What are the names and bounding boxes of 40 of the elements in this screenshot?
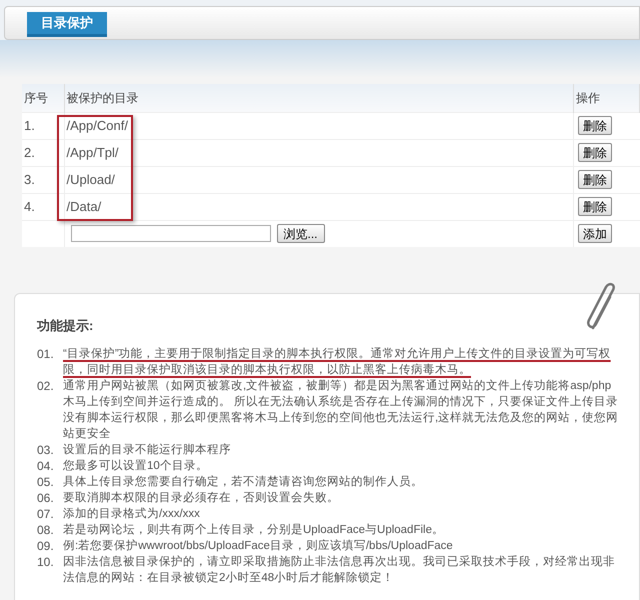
tip-text: 添加的目录格式为/xxx/xxx bbox=[63, 506, 201, 522]
tip-text: 因非法信息被目录保护的，请立即采取措施防止非法信息再次出现。我司已采取技术手段，对经常出现非法信息的网站：在目录被锁定2小时至48小时后才能解除锁定！ bbox=[63, 554, 616, 586]
tip-number: 04. bbox=[37, 458, 55, 474]
row-number: 1. bbox=[24, 118, 35, 133]
delete-button[interactable]: 删除 bbox=[578, 116, 612, 135]
tip-text: 您最多可以设置10个目录。 bbox=[63, 458, 209, 474]
delete-button[interactable]: 删除 bbox=[578, 197, 612, 216]
directory-path: /App/Tpl/ bbox=[66, 144, 119, 160]
column-header: 序号 bbox=[24, 90, 48, 105]
add-button[interactable]: 添加 bbox=[578, 224, 612, 244]
delete-button[interactable]: 删除 bbox=[578, 170, 612, 189]
directory-path: /App/Conf/ bbox=[66, 118, 128, 133]
tips-title: 功能提示: bbox=[37, 317, 94, 335]
tip-text: 通常用户网站被黑（如网页被篡改,文件被盗，被删等）都是因为黑客通过网站的文件上传功能将asp/php木马上传到空间并运行造成的。 所以在无法确认系统是否存在上传漏洞的情况下，只要保证文件上传目录没有脚本运行权限，那么即便黑客将木马上传到您的空间他也无法运行,这样就无法危及您的网站，使您网站更安全 bbox=[63, 378, 619, 442]
path-input[interactable] bbox=[70, 225, 270, 242]
directory-path: /Upload/ bbox=[66, 172, 115, 187]
tip-text: 若是动网论坛，则共有两个上传目录，分别是UploadFace与UploadFile。 bbox=[63, 522, 445, 538]
tip-text: 设置后的目录不能运行脚本程序 bbox=[63, 442, 232, 458]
tip-text: 例:若您要保护wwwroot/bbs/UploadFace目录，则应该填写/bbs/UploadFace bbox=[63, 538, 454, 554]
browse-button[interactable]: 浏览... bbox=[276, 224, 325, 244]
tab[interactable]: 目录保护 bbox=[27, 12, 107, 37]
tip-number: 05. bbox=[37, 474, 55, 490]
tip-number: 02. bbox=[37, 378, 55, 394]
tip-number: 03. bbox=[37, 442, 55, 458]
tip-number: 06. bbox=[37, 490, 55, 506]
tip-text: “目录保护”功能，主要用于限制指定目录的脚本执行权限。通常对允许用户上传文件的目录设置为可写权限，同时用目录保护取消该目录的脚本执行权限，以防止黑客上传病毒木马。 bbox=[63, 346, 612, 378]
row-number: 4. bbox=[24, 198, 35, 214]
tip-number: 07. bbox=[37, 506, 55, 522]
tip-text: 要取消脚本权限的目录必须存在，否则设置会失败。 bbox=[63, 490, 340, 506]
tip-number: 01. bbox=[37, 346, 55, 362]
directory-path: /Data/ bbox=[66, 198, 102, 214]
row-number: 3. bbox=[24, 172, 35, 187]
row-number: 2. bbox=[24, 144, 35, 160]
tip-number: 08. bbox=[37, 522, 55, 538]
column-header: 操作 bbox=[576, 90, 600, 105]
tip-number: 10. bbox=[37, 554, 55, 570]
tip-text: 具体上传目录您需要自行确定，若不清楚请咨询您网站的制作人员。 bbox=[63, 474, 424, 490]
column-header: 被保护的目录 bbox=[66, 90, 138, 105]
tip-number: 09. bbox=[37, 538, 55, 554]
delete-button[interactable]: 删除 bbox=[578, 143, 612, 162]
